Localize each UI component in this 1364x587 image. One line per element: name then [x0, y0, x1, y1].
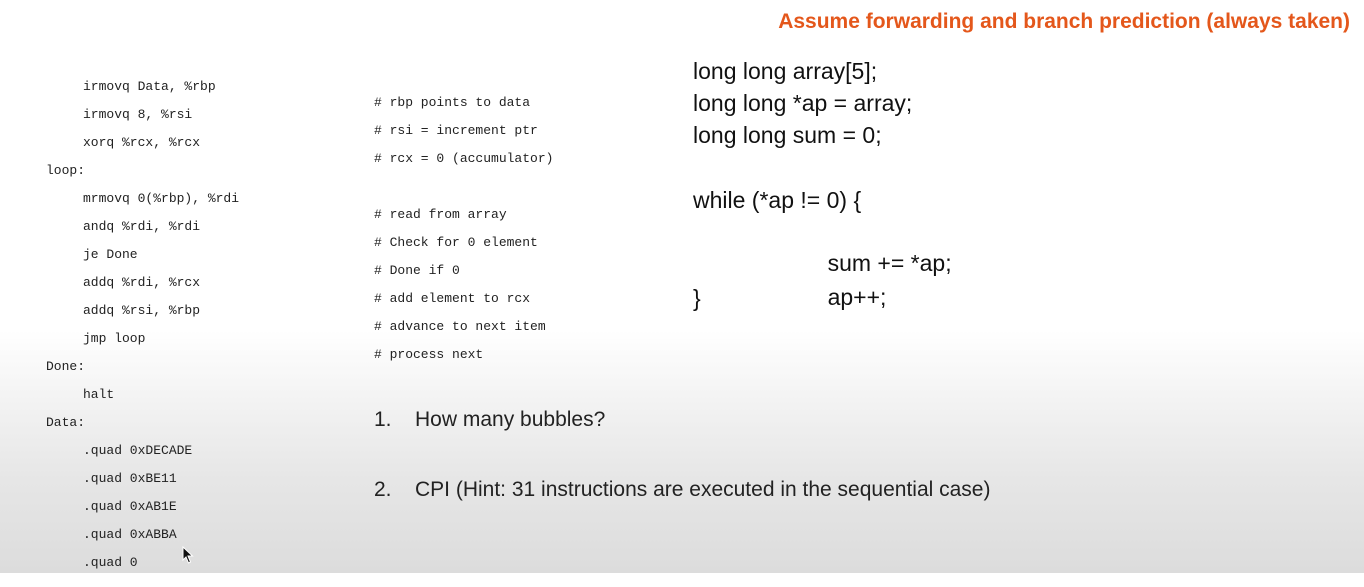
asm-line: irmovq Data, %rbp # rbp points to data: [0, 63, 530, 110]
asm-instruction: mrmovq 0(%rbp), %rdi: [83, 191, 240, 206]
asm-line: .quad 0xBE11: [0, 455, 177, 486]
asm-instruction: addq %rdi, %rcx: [83, 275, 201, 290]
asm-comment: # add element to rcx: [374, 291, 531, 306]
asm-line: je Done # Done if 0: [0, 231, 460, 278]
asm-line: xorq %rcx, %rcx # rcx = 0 (accumulator): [0, 119, 553, 166]
asm-comment: # rsi = increment ptr: [374, 123, 538, 138]
asm-instruction: .quad 0xDECADE: [83, 443, 193, 458]
mouse-pointer-icon: [182, 546, 194, 564]
asm-instruction: xorq %rcx, %rcx: [83, 135, 201, 150]
asm-comment: # rcx = 0 (accumulator): [374, 151, 554, 166]
asm-instruction: andq %rdi, %rdi: [83, 219, 201, 234]
asm-line: .quad 0: [0, 539, 138, 570]
asm-comment: # rbp points to data: [374, 95, 531, 110]
c-code-line: long long array[5];: [693, 58, 878, 84]
c-code-line: sum += *ap;: [802, 218, 952, 276]
question-text: CPI (Hint: 31 instructions are executed …: [415, 478, 991, 501]
asm-instruction: je Done: [83, 247, 138, 262]
asm-label-text: Done:: [46, 359, 86, 374]
asm-line: .quad 0xDECADE: [0, 427, 192, 458]
asm-label: Data:: [0, 399, 85, 430]
asm-comment: # process next: [374, 347, 484, 362]
asm-line: .quad 0xABBA: [0, 511, 177, 542]
asm-line: addq %rdi, %rcx # add element to rcx: [0, 259, 530, 306]
asm-instruction: .quad 0xBE11: [83, 471, 177, 486]
c-code-line: long long *ap = array;: [693, 90, 913, 116]
asm-line: andq %rdi, %rdi # Check for 0 element: [0, 203, 538, 250]
asm-instruction: addq %rsi, %rbp: [83, 303, 201, 318]
asm-comment: # read from array: [374, 207, 507, 222]
asm-instruction: irmovq 8, %rsi: [83, 107, 193, 122]
asm-instruction: .quad 0: [83, 555, 138, 570]
asm-instruction: jmp loop: [83, 331, 146, 346]
c-code-text: ap++;: [827, 284, 887, 310]
asm-line: addq %rsi, %rbp # advance to next item: [0, 287, 546, 334]
asm-comment: # advance to next item: [374, 319, 546, 334]
asm-instruction: .quad 0xABBA: [83, 527, 177, 542]
asm-line: mrmovq 0(%rbp), %rdi # read from array: [0, 175, 507, 222]
asm-label-text: Data:: [46, 415, 86, 430]
c-code-line: ap++;: [802, 252, 887, 310]
asm-line: irmovq 8, %rsi # rsi = increment ptr: [0, 91, 538, 138]
asm-line: .quad 0xAB1E: [0, 483, 177, 514]
asm-line: halt: [0, 371, 114, 402]
question-number: 2.: [374, 478, 392, 501]
asm-line: jmp loop # process next: [0, 315, 483, 362]
question-text: How many bubbles?: [415, 408, 606, 431]
asm-instruction: halt: [83, 387, 115, 402]
asm-comment: # Check for 0 element: [374, 235, 538, 250]
asm-label: Done:: [0, 343, 85, 374]
c-code-line: long long sum = 0;: [693, 122, 882, 148]
c-code-line: while (*ap != 0) {: [693, 187, 862, 213]
asm-comment: # Done if 0: [374, 263, 460, 278]
header-note: Assume forwarding and branch prediction …: [778, 10, 1350, 33]
asm-instruction: .quad 0xAB1E: [83, 499, 177, 514]
question-number: 1.: [374, 408, 392, 431]
asm-instruction: irmovq Data, %rbp: [83, 79, 216, 94]
asm-label: loop:: [0, 147, 85, 178]
c-code-line: }: [693, 285, 701, 311]
asm-label-text: loop:: [46, 163, 86, 178]
